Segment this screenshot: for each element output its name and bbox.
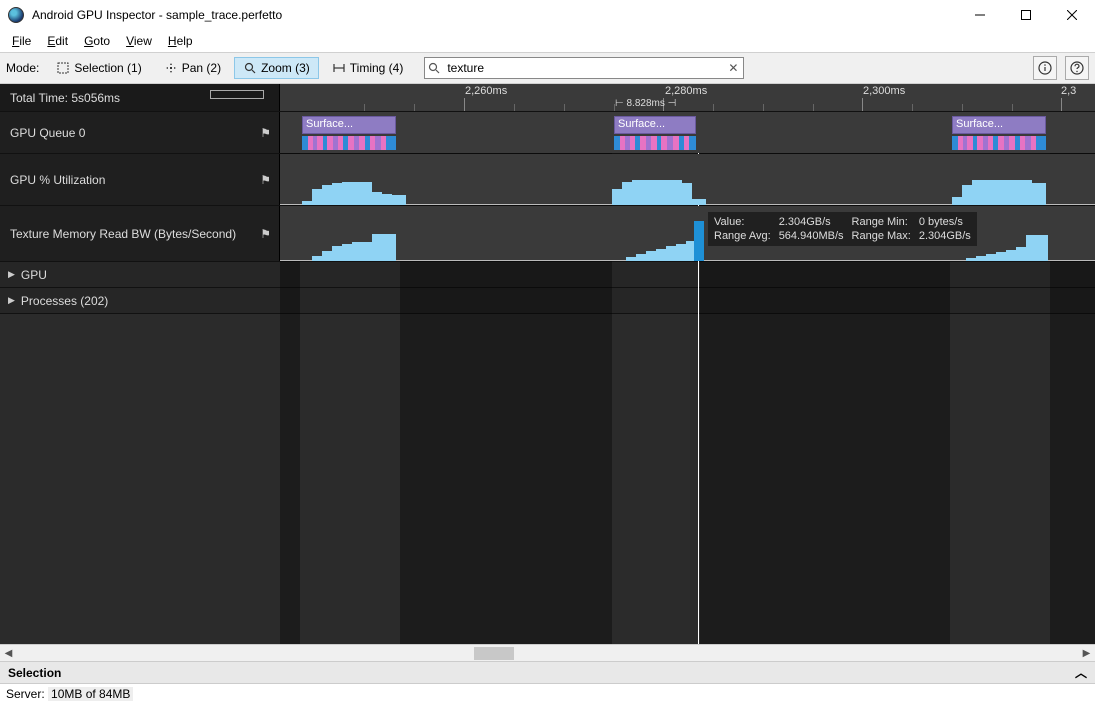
tip-min: 0 bytes/s: [919, 216, 971, 228]
pin-icon[interactable]: ⚑: [260, 126, 271, 140]
frame-stripes: [302, 136, 396, 150]
tick-label-0: 2,260ms: [465, 85, 507, 97]
hover-tooltip: Value: 2.304GB/s Range Min: 0 bytes/s Ra…: [708, 212, 977, 246]
pan-icon: [164, 61, 178, 75]
pin-icon[interactable]: ⚑: [260, 227, 271, 241]
track-gpu-queue[interactable]: GPU Queue 0 ⚑ Surface... Surface... Surf…: [0, 112, 1095, 154]
mode-timing[interactable]: Timing (4): [323, 57, 413, 79]
frame-stripes: [614, 136, 696, 150]
search-box[interactable]: ✕: [424, 57, 744, 79]
selection-icon: [56, 61, 70, 75]
group-processes-label: Processes (202): [21, 294, 108, 308]
zoom-icon: [243, 61, 257, 75]
menu-view[interactable]: View: [120, 32, 158, 50]
track-gpu-util[interactable]: GPU % Utilization ⚑: [0, 154, 1095, 206]
mode-zoom[interactable]: Zoom (3): [234, 57, 319, 79]
tick-label-1: 2,280ms: [665, 85, 707, 97]
time-ruler-row: Total Time: 5s056ms 4ms 2,260ms 2,280ms …: [0, 84, 1095, 112]
app-icon: [8, 7, 24, 23]
minimize-button[interactable]: [957, 0, 1003, 30]
tip-avg-label: Range Avg:: [714, 230, 771, 242]
tip-avg: 564.940MB/s: [779, 230, 844, 242]
tip-max: 2.304GB/s: [919, 230, 971, 242]
time-bracket: ⊢ 8.828ms ⊣: [615, 98, 676, 109]
status-server-label: Server:: [6, 687, 45, 701]
frame-block[interactable]: Surface...: [952, 116, 1046, 134]
frame-block[interactable]: Surface...: [302, 116, 396, 134]
scroll-left-icon[interactable]: ◀: [0, 645, 17, 662]
scroll-thumb[interactable]: [474, 647, 514, 660]
horizontal-scrollbar[interactable]: ◀ ▶: [0, 644, 1095, 661]
menubar: File Edit Goto View Help: [0, 30, 1095, 52]
track-tex-bw[interactable]: Texture Memory Read BW (Bytes/Second) ⚑: [0, 206, 1095, 262]
menu-goto[interactable]: Goto: [78, 32, 116, 50]
window-title: Android GPU Inspector - sample_trace.per…: [32, 8, 282, 22]
tip-value-label: Value:: [714, 216, 771, 228]
group-gpu[interactable]: ▶ GPU: [0, 262, 1095, 288]
track-gpu-queue-label: GPU Queue 0 ⚑: [0, 112, 280, 153]
selection-panel-header[interactable]: Selection ︿: [0, 661, 1095, 683]
chevron-right-icon: ▶: [8, 295, 15, 306]
group-processes[interactable]: ▶ Processes (202): [0, 288, 1095, 314]
mode-zoom-label: Zoom (3): [261, 61, 310, 75]
tick-label-3: 2,3: [1061, 85, 1076, 97]
chevron-right-icon: ▶: [8, 269, 15, 280]
mode-pan-label: Pan (2): [182, 61, 221, 75]
frame-stripes: [952, 136, 1046, 150]
total-time-label: Total Time: 5s056ms: [0, 84, 280, 111]
frame-block[interactable]: Surface...: [614, 116, 696, 134]
mode-pan[interactable]: Pan (2): [155, 57, 230, 79]
empty-area: [0, 314, 1095, 644]
timing-icon: [332, 61, 346, 75]
toolbar: Mode: Selection (1) Pan (2) Zoom (3) Tim…: [0, 52, 1095, 84]
help-button[interactable]: [1065, 56, 1089, 80]
search-icon: [425, 62, 443, 74]
mode-selection[interactable]: Selection (1): [47, 57, 150, 79]
search-input[interactable]: [443, 59, 723, 77]
maximize-button[interactable]: [1003, 0, 1049, 30]
titlebar: Android GPU Inspector - sample_trace.per…: [0, 0, 1095, 30]
scroll-right-icon[interactable]: ▶: [1078, 645, 1095, 662]
info-button[interactable]: [1033, 56, 1057, 80]
chevron-up-icon[interactable]: ︿: [1075, 664, 1087, 681]
total-time-text: Total Time: 5s056ms: [10, 91, 120, 105]
mode-label: Mode:: [6, 61, 39, 75]
pin-icon[interactable]: ⚑: [260, 173, 271, 187]
menu-file[interactable]: File: [6, 32, 37, 50]
track-tex-bw-label: Texture Memory Read BW (Bytes/Second) ⚑: [0, 206, 280, 261]
mode-selection-label: Selection (1): [74, 61, 141, 75]
status-server-value: 10MB of 84MB: [48, 687, 133, 701]
tip-min-label: Range Min:: [852, 216, 911, 228]
close-button[interactable]: [1049, 0, 1095, 30]
trace-panel: Total Time: 5s056ms 4ms 2,260ms 2,280ms …: [0, 84, 1095, 644]
menu-help[interactable]: Help: [162, 32, 199, 50]
tip-value: 2.304GB/s: [779, 216, 844, 228]
group-gpu-label: GPU: [21, 268, 47, 282]
tick-label-2: 2,300ms: [863, 85, 905, 97]
track-gpu-util-label: GPU % Utilization ⚑: [0, 154, 280, 205]
time-ruler[interactable]: 4ms 2,260ms 2,280ms 2,300ms 2,3 ⊢ 8.828m…: [280, 84, 1095, 111]
search-clear-icon[interactable]: ✕: [723, 61, 743, 75]
gpu-util-chart: [280, 165, 1095, 205]
time-bracket-label: 8.828ms: [627, 98, 665, 109]
tip-max-label: Range Max:: [852, 230, 911, 242]
menu-edit[interactable]: Edit: [41, 32, 74, 50]
selection-title: Selection: [8, 666, 61, 680]
status-bar: Server: 10MB of 84MB: [0, 683, 1095, 703]
mode-timing-label: Timing (4): [350, 61, 404, 75]
